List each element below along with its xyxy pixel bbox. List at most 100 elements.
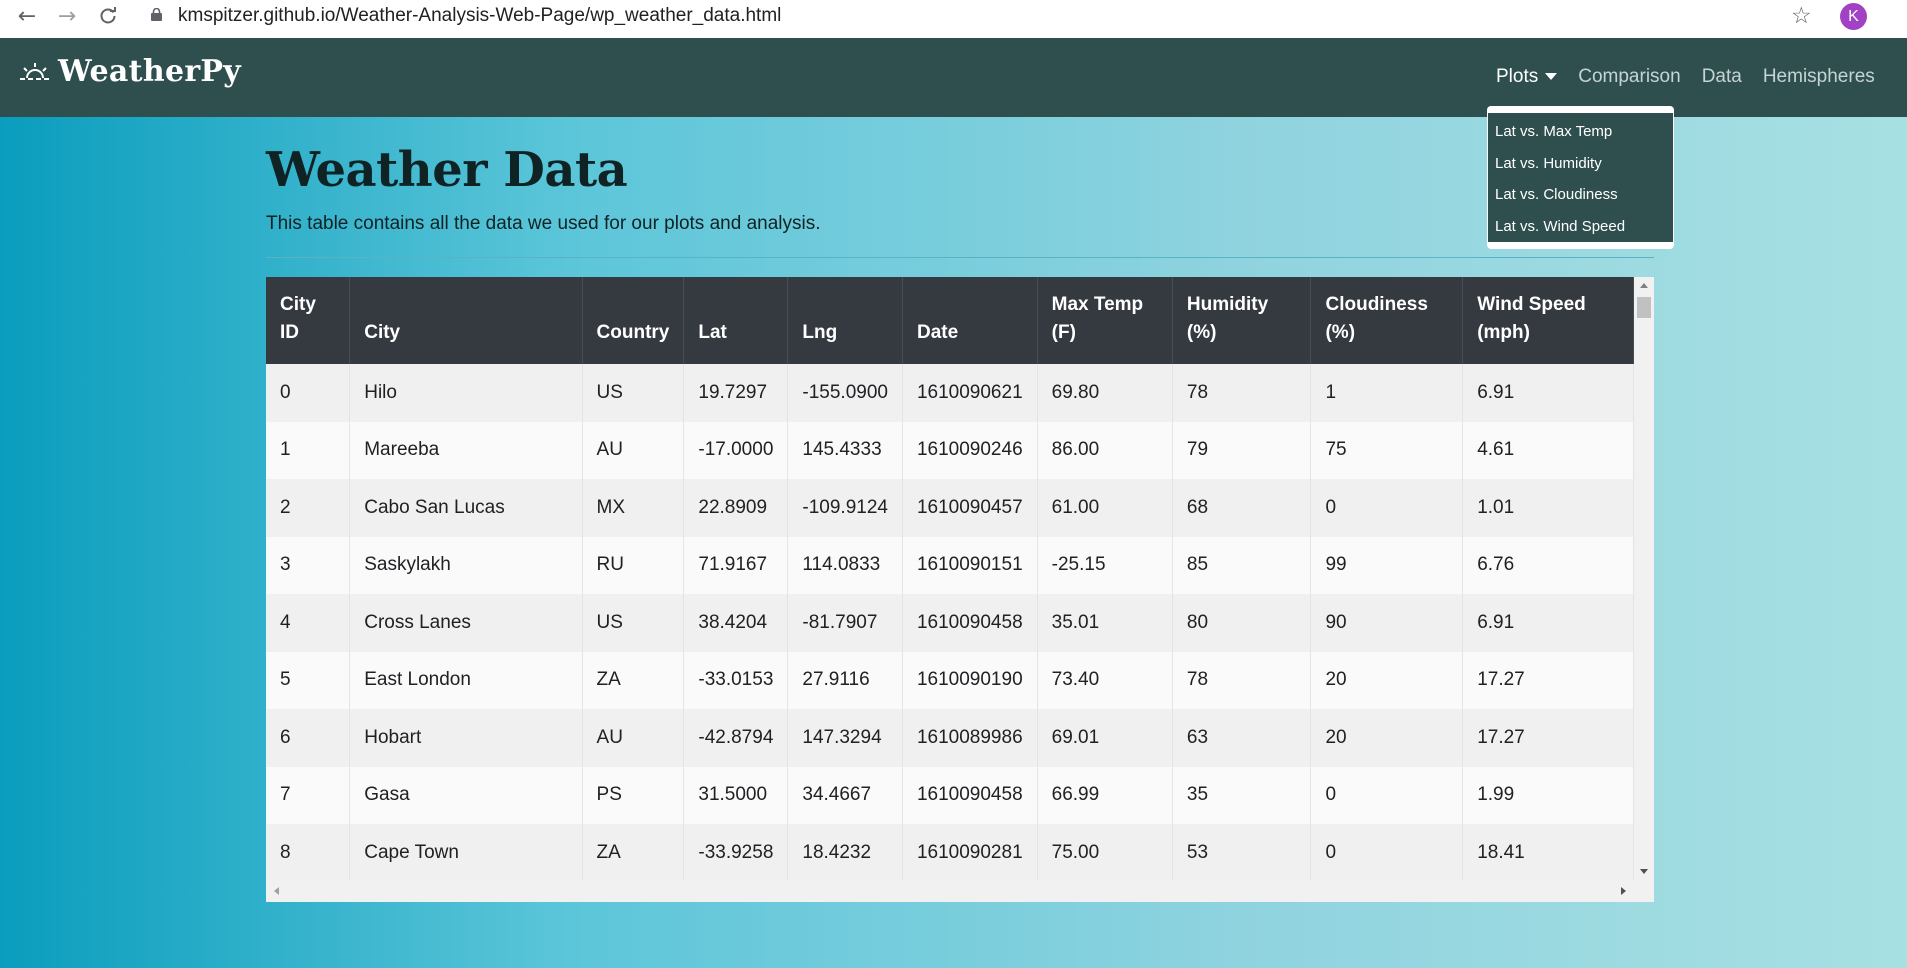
back-arrow-icon[interactable]: ← xyxy=(8,0,46,32)
table-cell: 1 xyxy=(266,421,351,479)
table-cell: 8 xyxy=(266,824,351,882)
table-cell: 147.3294 xyxy=(787,709,903,767)
table-cell: 78 xyxy=(1172,651,1312,709)
column-header: Lat xyxy=(683,277,789,364)
table-cell: -81.7907 xyxy=(787,594,903,652)
column-header: Country xyxy=(582,277,685,364)
caret-down-icon xyxy=(1545,73,1558,81)
table-cell: 69.01 xyxy=(1037,709,1173,767)
table-cell: 114.0833 xyxy=(787,536,903,594)
table-cell: ZA xyxy=(582,824,685,882)
table-cell: 1 xyxy=(1310,364,1464,422)
table-cell: 1610090246 xyxy=(902,421,1038,479)
table-cell: 27.9116 xyxy=(787,651,903,709)
table-cell: 1610090458 xyxy=(902,766,1038,824)
dropdown-item-max-temp[interactable]: Lat vs. Max Temp xyxy=(1488,116,1673,148)
table-cell: 0 xyxy=(1310,479,1464,537)
table-cell: 69.80 xyxy=(1037,364,1173,422)
table-cell: 0 xyxy=(266,364,351,422)
scroll-right-arrow-icon[interactable] xyxy=(1621,887,1626,895)
column-header-text: Country xyxy=(596,322,670,343)
table-row: 7 Gasa PS 31.5000 34.4667 1610090458 66.99 35 0 1… xyxy=(266,766,1634,824)
brand-logo[interactable]: WeatherPy xyxy=(18,54,241,89)
table-cell: 19.7297 xyxy=(683,364,789,422)
dropdown-item-cloudiness[interactable]: Lat vs. Cloudiness xyxy=(1488,179,1673,211)
column-header-text: (F) xyxy=(1051,322,1076,343)
column-header: Humidity (%) xyxy=(1172,277,1312,364)
table-body: 0 Hilo US 19.7297 -155.0900 1610090621 69.80 78… xyxy=(266,364,1634,882)
horizontal-scrollbar[interactable] xyxy=(266,880,1654,902)
column-header-text: (mph) xyxy=(1477,322,1530,343)
scroll-up-arrow-icon[interactable] xyxy=(1640,283,1648,288)
table-cell: 99 xyxy=(1310,536,1464,594)
table-cell: 75 xyxy=(1310,421,1464,479)
table-cell: 34.4667 xyxy=(787,766,903,824)
table-header-row: City ID City Country Lat Lng Date Max Temp (F) Hu… xyxy=(266,277,1634,364)
column-header-text: Max Temp xyxy=(1051,294,1144,315)
table-cell: 1610090281 xyxy=(902,824,1038,882)
table-cell: 85 xyxy=(1172,536,1312,594)
vertical-scroll-thumb[interactable] xyxy=(1637,297,1651,318)
column-header-text: Cloudiness xyxy=(1325,294,1428,315)
table-cell: 75.00 xyxy=(1037,824,1173,882)
weather-table-container[interactable]: City ID City Country Lat Lng Date Max Temp (F) Hu… xyxy=(266,277,1654,902)
table-row: 2 Cabo San Lucas MX 22.8909 -109.9124 1610090… xyxy=(266,479,1634,537)
forward-arrow-icon[interactable]: → xyxy=(48,0,86,32)
table-cell: Cape Town xyxy=(349,824,583,882)
table-row: 4 Cross Lanes US 38.4204 -81.7907 1610090458 3… xyxy=(266,594,1634,652)
table-cell: Saskylakh xyxy=(349,536,583,594)
table-cell: 1610090458 xyxy=(902,594,1038,652)
column-header: Date xyxy=(902,277,1038,364)
nav-data[interactable]: Data xyxy=(1702,66,1742,88)
nav-hemispheres[interactable]: Hemispheres xyxy=(1763,66,1875,88)
nav-plots-label: Plots xyxy=(1496,66,1539,87)
table-cell: -25.15 xyxy=(1037,536,1173,594)
table-cell: 18.41 xyxy=(1462,824,1634,882)
page-title: Weather Data xyxy=(266,142,628,198)
table-row: 5 East London ZA -33.0153 27.9116 1610090190 7… xyxy=(266,651,1634,709)
table-cell: East London xyxy=(349,651,583,709)
table-row: 0 Hilo US 19.7297 -155.0900 1610090621 69.80 78… xyxy=(266,364,1634,422)
column-header-text: City xyxy=(364,322,401,343)
table-cell: 31.5000 xyxy=(683,766,789,824)
vertical-scrollbar[interactable] xyxy=(1634,277,1654,880)
table-cell: Hobart xyxy=(349,709,583,767)
sunrise-icon xyxy=(20,62,50,80)
bookmark-star-icon[interactable]: ☆ xyxy=(1791,3,1812,29)
column-header-text: Lat xyxy=(698,322,727,343)
table-cell: ZA xyxy=(582,651,685,709)
dropdown-item-wind-speed[interactable]: Lat vs. Wind Speed xyxy=(1488,211,1673,243)
table-cell: 35 xyxy=(1172,766,1312,824)
table-cell: RU xyxy=(582,536,685,594)
scroll-down-arrow-icon[interactable] xyxy=(1640,869,1648,874)
table-cell: 1610090621 xyxy=(902,364,1038,422)
table-cell: 3 xyxy=(266,536,351,594)
profile-avatar[interactable]: K xyxy=(1840,3,1867,30)
table-cell: 71.9167 xyxy=(683,536,789,594)
nav-plots-dropdown[interactable]: Plots xyxy=(1496,66,1558,88)
brand-name: WeatherPy xyxy=(58,54,242,89)
table-cell: 90 xyxy=(1310,594,1464,652)
nav-comparison[interactable]: Comparison xyxy=(1578,66,1680,88)
table-cell: -33.0153 xyxy=(683,651,789,709)
table-cell: 0 xyxy=(1310,824,1464,882)
address-bar[interactable]: kmspitzer.github.io/Weather-Analysis-Web… xyxy=(136,3,1806,29)
table-cell: -42.8794 xyxy=(683,709,789,767)
table-row: 6 Hobart AU -42.8794 147.3294 1610089986 69.01… xyxy=(266,709,1634,767)
table-cell: 5 xyxy=(266,651,351,709)
table-cell: 6.91 xyxy=(1462,594,1634,652)
table-cell: -109.9124 xyxy=(787,479,903,537)
column-header-text: Wind Speed xyxy=(1477,294,1586,315)
table-row: 8 Cape Town ZA -33.9258 18.4232 1610090281 75.… xyxy=(266,824,1634,882)
table-cell: 6.91 xyxy=(1462,364,1634,422)
table-cell: 1610090151 xyxy=(902,536,1038,594)
browser-toolbar: ← → kmspitzer.github.io/Weather-Analysis… xyxy=(0,0,1907,38)
table-cell: 78 xyxy=(1172,364,1312,422)
column-header: City xyxy=(349,277,583,364)
table-cell: 4 xyxy=(266,594,351,652)
scroll-left-arrow-icon[interactable] xyxy=(274,887,279,895)
table-cell: AU xyxy=(582,709,685,767)
dropdown-item-humidity[interactable]: Lat vs. Humidity xyxy=(1488,148,1673,180)
reload-icon[interactable] xyxy=(89,0,127,32)
table-cell: 1610090190 xyxy=(902,651,1038,709)
